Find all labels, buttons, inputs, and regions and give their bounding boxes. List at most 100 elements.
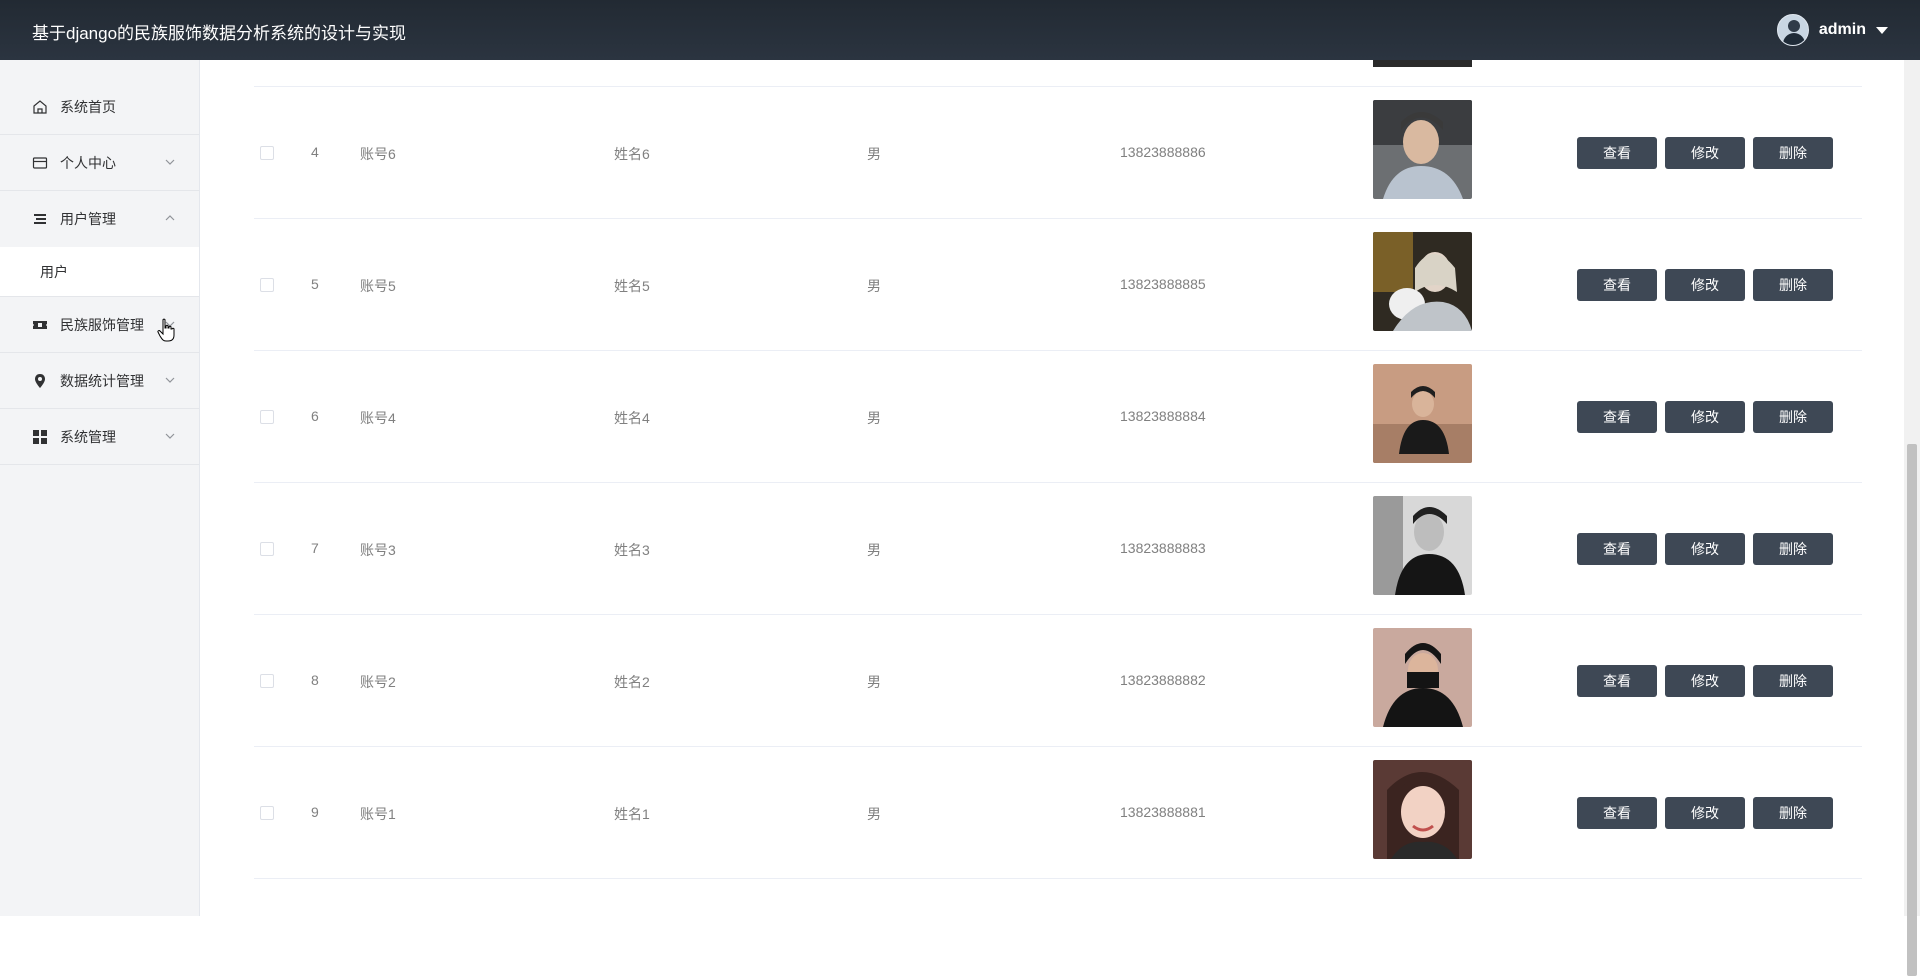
table-row: 8 账号2 姓名2 男 13823888882 查看 修改 删除 [254,615,1862,747]
sidebar-item-personal-center[interactable]: 个人中心 [0,135,199,191]
user-photo [1373,364,1472,463]
sidebar-item-system-management[interactable]: 系统管理 [0,409,199,465]
sidebar-item-user-management[interactable]: 用户管理 [0,191,199,247]
row-account: 账号5 [360,278,396,294]
row-index: 9 [311,804,319,820]
edit-button[interactable]: 修改 [1665,797,1745,829]
user-photo [1373,100,1472,199]
ticket-icon [32,317,48,333]
caret-down-icon[interactable] [1876,26,1888,34]
user-photo [1373,232,1472,331]
row-sex: 男 [867,542,881,558]
hand-cursor-icon [157,318,175,342]
row-index: 5 [311,276,319,292]
page-scrollbar[interactable] [1904,60,1920,976]
table-row: 6 账号4 姓名4 男 13823888884 查看 修改 删除 [254,351,1862,483]
edit-button[interactable]: 修改 [1665,665,1745,697]
row-account: 账号2 [360,674,396,690]
row-name: 姓名4 [614,410,650,426]
row-phone: 13823888882 [1120,672,1206,688]
row-sex: 男 [867,806,881,822]
sidebar-item-label: 用户管理 [60,211,116,227]
row-name: 姓名5 [614,278,650,294]
chevron-down-icon [165,159,175,165]
row-checkbox[interactable] [260,542,274,556]
top-bar: 基于django的民族服饰数据分析系统的设计与实现 admin [0,0,1920,60]
view-button[interactable]: 查看 [1577,797,1657,829]
sidebar-item-label: 数据统计管理 [60,372,144,389]
row-index: 7 [311,540,319,556]
user-photo [1373,760,1472,859]
sidebar-subitem-label: 用户 [40,263,68,280]
delete-button[interactable]: 删除 [1753,533,1833,565]
delete-button[interactable]: 删除 [1753,797,1833,829]
edit-button[interactable]: 修改 [1665,269,1745,301]
row-account: 账号6 [360,146,396,162]
sidebar-item-label: 个人中心 [60,154,116,171]
row-account: 账号4 [360,410,396,426]
row-index: 8 [311,672,319,688]
sidebar-item-home[interactable]: 系统首页 [0,79,199,135]
row-checkbox[interactable] [260,410,274,424]
sidebar-subitem-user[interactable]: 用户 [0,247,199,297]
scrollbar-thumb[interactable] [1907,444,1917,976]
table-row: 4 账号6 姓名6 男 13823888886 查看 修改 删除 [254,87,1862,219]
row-phone: 13823888881 [1120,804,1206,820]
row-checkbox[interactable] [260,146,274,160]
user-photo [1373,496,1472,595]
sidebar-item-label: 民族服饰管理 [60,316,144,333]
app-title: 基于django的民族服饰数据分析系统的设计与实现 [32,24,407,43]
table-row: 9 账号1 姓名1 男 13823888881 查看 修改 删除 [254,747,1862,879]
view-button[interactable]: 查看 [1577,533,1657,565]
row-phone: 13823888885 [1120,276,1206,292]
sidebar-item-statistics-management[interactable]: 数据统计管理 [0,353,199,409]
sidebar: 系统首页 个人中心 用户管理 用户 民族服饰管理 数据统计管理 系统管理 [0,60,200,916]
table-row: 5 账号5 姓名5 男 13823888885 查看 修改 删除 [254,219,1862,351]
table-row: 7 账号3 姓名3 男 13823888883 查看 修改 删除 [254,483,1862,615]
row-sex: 男 [867,410,881,426]
list-icon [32,211,48,227]
chevron-up-icon [165,215,175,221]
view-button[interactable]: 查看 [1577,269,1657,301]
row-checkbox[interactable] [260,278,274,292]
chevron-down-icon [165,433,175,439]
delete-button[interactable]: 删除 [1753,269,1833,301]
pin-icon [32,373,48,389]
user-photo [1373,628,1472,727]
row-name: 姓名2 [614,674,650,690]
row-checkbox[interactable] [260,806,274,820]
user-table: 4 账号6 姓名6 男 13823888886 查看 修改 删除 5 账号5 姓… [254,60,1862,879]
row-index: 6 [311,408,319,424]
delete-button[interactable]: 删除 [1753,665,1833,697]
row-name: 姓名3 [614,542,650,558]
delete-button[interactable]: 删除 [1753,137,1833,169]
row-sex: 男 [867,278,881,294]
view-button[interactable]: 查看 [1577,137,1657,169]
sidebar-item-label: 系统管理 [60,428,116,445]
row-phone: 13823888886 [1120,144,1206,160]
card-icon [32,155,48,171]
delete-button[interactable]: 删除 [1753,401,1833,433]
home-icon [32,99,48,115]
user-photo [1373,60,1472,67]
row-name: 姓名1 [614,806,650,822]
table-row-partial [254,60,1862,87]
sidebar-item-label: 系统首页 [60,98,116,115]
row-name: 姓名6 [614,146,650,162]
view-button[interactable]: 查看 [1577,665,1657,697]
username[interactable]: admin [1819,21,1866,39]
row-phone: 13823888884 [1120,408,1206,424]
grid-icon [32,429,48,445]
chevron-down-icon [165,377,175,383]
edit-button[interactable]: 修改 [1665,401,1745,433]
user-menu[interactable]: admin [1776,12,1888,48]
row-sex: 男 [867,146,881,162]
row-account: 账号1 [360,806,396,822]
view-button[interactable]: 查看 [1577,401,1657,433]
sidebar-top-spacer [0,60,199,79]
row-sex: 男 [867,674,881,690]
edit-button[interactable]: 修改 [1665,137,1745,169]
edit-button[interactable]: 修改 [1665,533,1745,565]
row-checkbox[interactable] [260,674,274,688]
user-avatar[interactable] [1776,14,1809,46]
